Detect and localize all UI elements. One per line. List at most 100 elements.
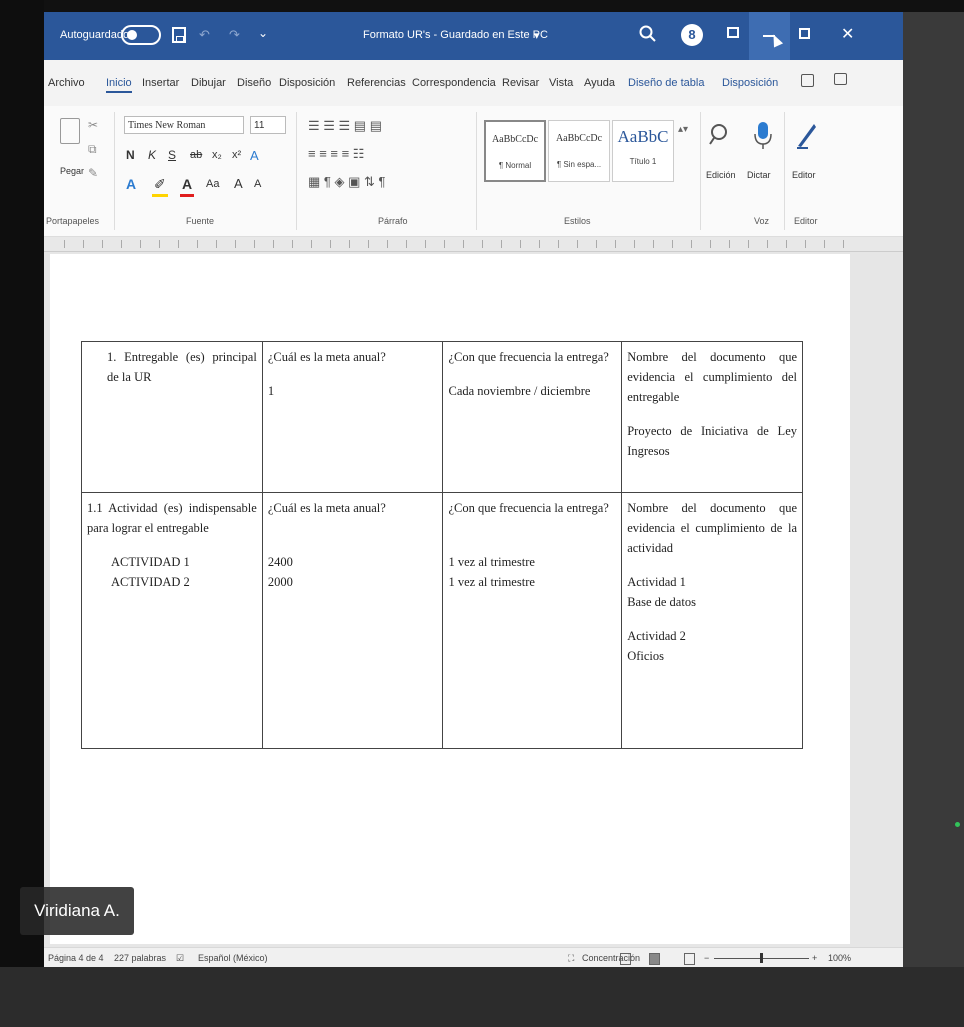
text-effects-icon[interactable]: A bbox=[126, 176, 136, 192]
tab-dibujar[interactable]: Dibujar bbox=[191, 77, 226, 89]
clear-format-icon[interactable]: A bbox=[250, 148, 259, 163]
save-icon[interactable] bbox=[172, 27, 186, 43]
tab-disposicion-tabla[interactable]: Disposición bbox=[722, 77, 778, 89]
cut-icon[interactable]: ✂ bbox=[88, 118, 98, 132]
print-layout-icon[interactable] bbox=[649, 953, 660, 965]
styles-more-icon[interactable]: ▴▾ bbox=[678, 124, 688, 135]
tab-disposicion[interactable]: Disposición bbox=[279, 77, 335, 89]
activity-label: 1.1 Actividad (es) indispensable para lo… bbox=[87, 501, 257, 535]
zoom-in-icon[interactable]: + bbox=[812, 953, 817, 963]
evidence-question: Nombre del documento que evidencia el cu… bbox=[627, 501, 797, 555]
group-separator bbox=[700, 112, 701, 230]
style-no-spacing[interactable]: AaBbCcDc ¶ Sin espa... bbox=[548, 120, 610, 182]
document-title[interactable]: Formato UR's - Guardado en Este PC bbox=[363, 29, 548, 41]
subscript-button[interactable]: x₂ bbox=[212, 149, 222, 161]
underline-button[interactable]: S bbox=[168, 148, 176, 162]
zoom-level[interactable]: 100% bbox=[828, 953, 851, 963]
read-mode-icon[interactable] bbox=[620, 953, 631, 965]
paste-button[interactable]: Pegar bbox=[60, 166, 84, 176]
highlight-icon[interactable]: ✐ bbox=[154, 176, 166, 193]
focus-icon[interactable]: ⛶ bbox=[568, 953, 574, 964]
title-caret-icon[interactable]: ▾ bbox=[534, 29, 540, 42]
proofing-icon[interactable]: ☑ bbox=[176, 953, 184, 964]
focus-mode[interactable]: Concentración bbox=[582, 953, 640, 963]
document-table[interactable]: 1. Entregable (es) principal de la UR ¿C… bbox=[81, 341, 803, 749]
evidence-activity-1-value: Base de datos bbox=[627, 595, 696, 609]
copy-icon[interactable]: ⧉ bbox=[88, 142, 97, 157]
customize-quick-access-icon[interactable]: ⌄ bbox=[258, 26, 268, 40]
editor-icon[interactable] bbox=[794, 120, 818, 150]
tab-diseno-de-tabla[interactable]: Diseño de tabla bbox=[628, 77, 704, 89]
group-label-paragraph: Párrafo bbox=[378, 216, 408, 226]
redo-icon[interactable]: ↷ bbox=[229, 27, 240, 43]
italic-button[interactable]: K bbox=[148, 148, 156, 162]
share-icon[interactable] bbox=[801, 74, 814, 87]
shading-borders-icons[interactable]: ▦ ¶ ◈ ▣ ⇅ ¶ bbox=[308, 174, 385, 190]
style-name: ¶ Normal bbox=[498, 161, 532, 170]
table-cell[interactable]: ¿Con que frecuencia la entrega? Cada nov… bbox=[442, 341, 623, 493]
style-name: ¶ Sin espa... bbox=[556, 160, 602, 169]
paste-icon[interactable] bbox=[60, 118, 80, 144]
style-heading-1[interactable]: AaBbC Título 1 bbox=[612, 120, 674, 182]
grow-font-button[interactable]: A bbox=[234, 176, 243, 191]
word-count[interactable]: 227 palabras bbox=[114, 953, 166, 963]
autosave-toggle[interactable] bbox=[121, 25, 161, 45]
table-cell[interactable]: ¿Con que frecuencia la entrega? 1 vez al… bbox=[442, 492, 623, 749]
tab-insertar[interactable]: Insertar bbox=[142, 77, 179, 89]
style-sample: AaBbCcDc bbox=[491, 134, 539, 145]
bold-button[interactable]: N bbox=[126, 148, 135, 162]
tab-referencias[interactable]: Referencias bbox=[347, 77, 406, 89]
table-cell[interactable]: 1. Entregable (es) principal de la UR bbox=[81, 341, 263, 493]
tab-archivo[interactable]: Archivo bbox=[48, 77, 85, 89]
close-button[interactable]: ✕ bbox=[841, 24, 854, 44]
comment-icon[interactable] bbox=[834, 73, 847, 85]
language-indicator[interactable]: Español (México) bbox=[198, 953, 268, 963]
font-color-icon[interactable]: A bbox=[182, 176, 192, 192]
superscript-button[interactable]: x² bbox=[232, 149, 241, 161]
evidence-activity-2-value: Oficios bbox=[627, 649, 665, 663]
font-color-swatch bbox=[180, 194, 194, 197]
tab-inicio[interactable]: Inicio bbox=[106, 77, 132, 93]
dictate-button[interactable]: Dictar bbox=[747, 170, 771, 180]
table-cell[interactable]: ¿Cuál es la meta anual? 2400 2000 bbox=[261, 492, 444, 749]
find-icon[interactable] bbox=[708, 120, 732, 150]
ribbon-display-options-icon[interactable] bbox=[727, 27, 739, 38]
bullets-icon[interactable]: ☰ ☰ ☰ ▤ ▤ bbox=[308, 118, 382, 134]
ribbon-tabs: Archivo Inicio Insertar Dibujar Diseño D… bbox=[44, 60, 903, 106]
tab-correspondencia[interactable]: Correspondencia bbox=[412, 77, 496, 89]
change-case-button[interactable]: Aa bbox=[206, 178, 219, 190]
table-cell[interactable]: Nombre del documento que evidencia el cu… bbox=[621, 492, 803, 749]
group-label-clipboard: Portapapeles bbox=[46, 216, 100, 226]
editor-button[interactable]: Editor bbox=[792, 170, 816, 180]
ruler[interactable] bbox=[44, 237, 903, 252]
tab-revisar[interactable]: Revisar bbox=[502, 77, 539, 89]
zoom-slider-handle[interactable] bbox=[760, 953, 763, 963]
table-cell[interactable]: Nombre del documento que evidencia el cu… bbox=[621, 341, 803, 493]
tab-diseno[interactable]: Diseño bbox=[237, 77, 271, 89]
annual-goal-question: ¿Cuál es la meta anual? bbox=[267, 501, 386, 515]
undo-icon[interactable]: ↶ bbox=[199, 27, 210, 43]
search-icon[interactable] bbox=[638, 24, 658, 44]
font-name-field[interactable]: Times New Roman bbox=[124, 116, 244, 134]
maximize-button[interactable] bbox=[799, 28, 810, 39]
word-window: Autoguardado ↶ ↷ ⌄ Formato UR's - Guarda… bbox=[44, 12, 903, 967]
format-painter-icon[interactable]: ✎ bbox=[88, 166, 98, 180]
table-cell[interactable]: ¿Cuál es la meta anual? 1 bbox=[261, 341, 444, 493]
align-icons[interactable]: ≡ ≡ ≡ ≡ ☷ bbox=[308, 146, 364, 162]
web-layout-icon[interactable] bbox=[684, 953, 695, 965]
microphone-icon[interactable] bbox=[751, 120, 775, 150]
font-size-field[interactable]: 11 bbox=[250, 116, 286, 134]
tab-vista[interactable]: Vista bbox=[549, 77, 573, 89]
evidence-activity-2-title: Actividad 2 bbox=[627, 629, 686, 643]
shrink-font-button[interactable]: A bbox=[254, 178, 261, 190]
strikethrough-button[interactable]: ab bbox=[190, 149, 202, 161]
table-cell[interactable]: 1.1 Actividad (es) indispensable para lo… bbox=[81, 492, 263, 749]
tab-ayuda[interactable]: Ayuda bbox=[584, 77, 615, 89]
table-row: 1. Entregable (es) principal de la UR ¿C… bbox=[81, 341, 803, 493]
style-normal[interactable]: AaBbCcDc ¶ Normal bbox=[484, 120, 546, 182]
zoom-out-icon[interactable]: − bbox=[704, 953, 709, 963]
avatar[interactable]: 8 bbox=[681, 24, 703, 46]
page-count[interactable]: Página 4 de 4 bbox=[48, 953, 104, 963]
activity-1-frequency: 1 vez al trimestre bbox=[448, 555, 535, 569]
editing-button[interactable]: Edición bbox=[706, 170, 736, 180]
